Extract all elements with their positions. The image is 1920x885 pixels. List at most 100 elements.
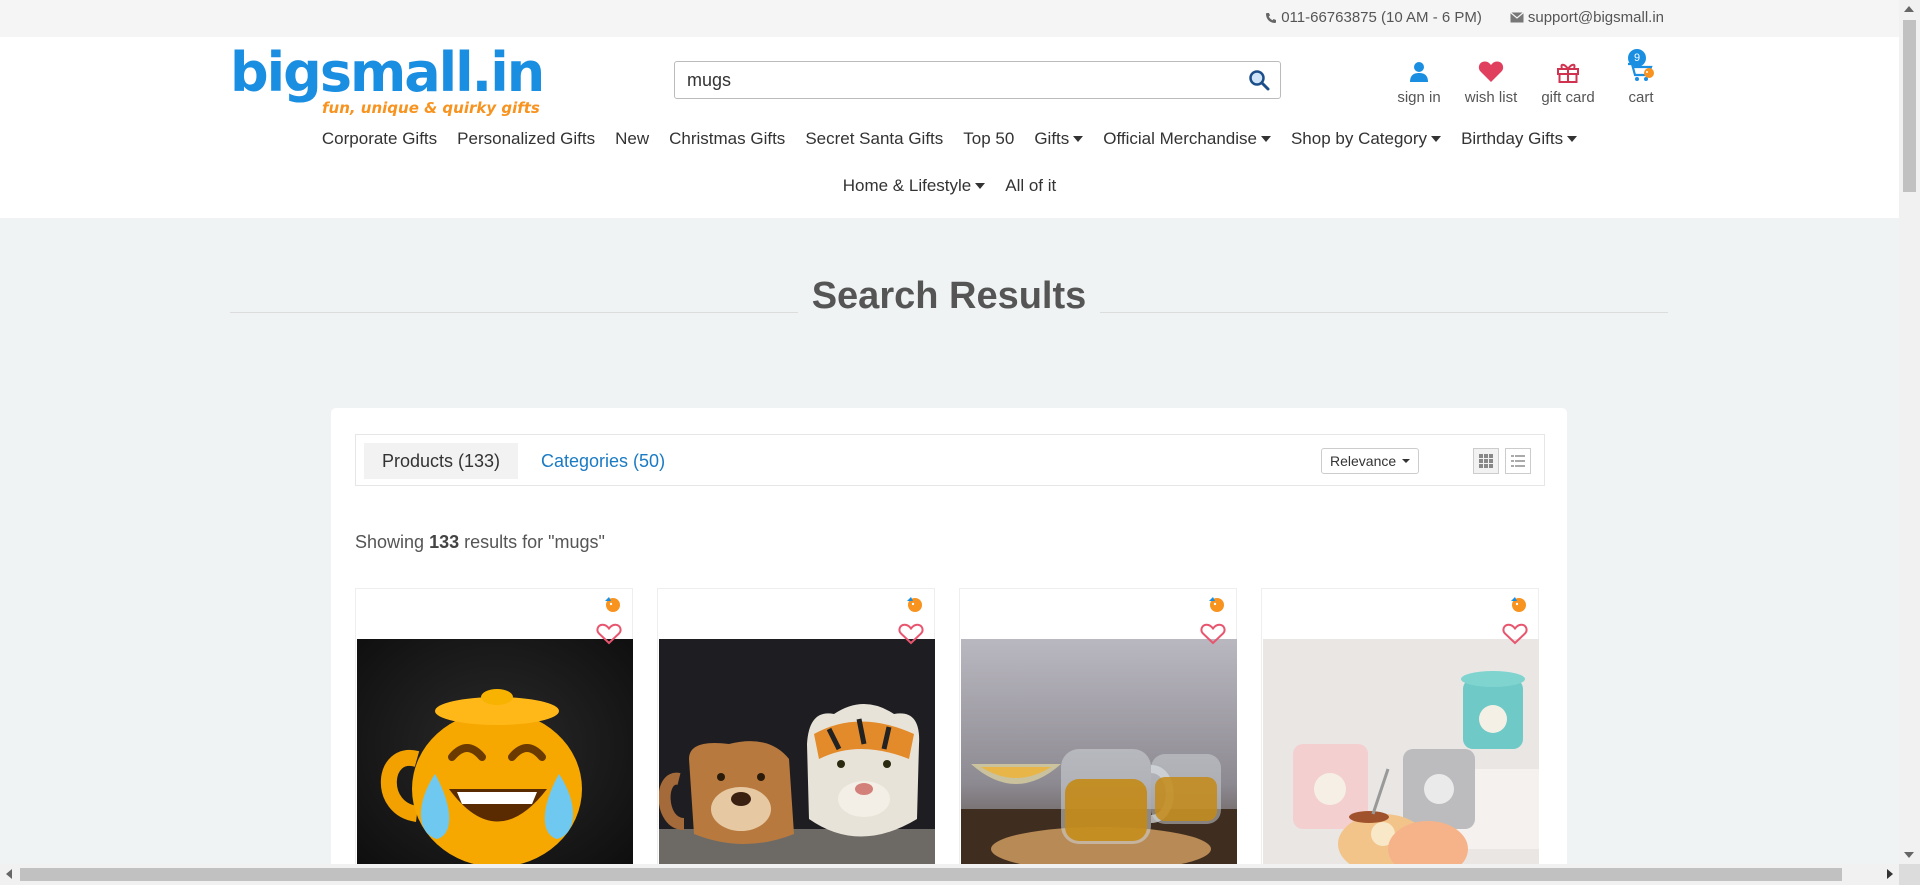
bear-mugs-image xyxy=(1263,639,1539,879)
wishlist-heart-icon[interactable] xyxy=(1502,623,1528,650)
scroll-up-arrow-icon[interactable] xyxy=(1904,6,1914,12)
nav-new[interactable]: New xyxy=(605,129,659,149)
horizontal-scroll-thumb[interactable] xyxy=(20,868,1842,881)
grid-view-button[interactable] xyxy=(1473,448,1499,474)
main-nav-row-1: Corporate Gifts Personalized Gifts New C… xyxy=(0,129,1899,149)
email-text: support@bigsmall.in xyxy=(1527,9,1664,26)
product-image[interactable] xyxy=(1263,639,1539,879)
nav-label: Home & Lifestyle xyxy=(842,176,972,195)
nav-secret-santa-gifts[interactable]: Secret Santa Gifts xyxy=(795,129,953,149)
nav-label: Shop by Category xyxy=(1290,129,1428,148)
showing-suffix: results for "mugs" xyxy=(464,532,605,552)
main-nav-row-2: Home & Lifestyle All of it xyxy=(0,176,1899,196)
search-input[interactable] xyxy=(675,62,1235,98)
search-button[interactable] xyxy=(1248,69,1272,93)
animal-mugs-image xyxy=(659,639,935,879)
brand-mark-icon xyxy=(1206,595,1228,618)
gift-card-label: gift card xyxy=(1541,89,1595,106)
nav-label: All of it xyxy=(1005,176,1057,195)
nav-christmas-gifts[interactable]: Christmas Gifts xyxy=(659,129,795,149)
contact-info: 011-66763875 (10 AM - 6 PM) support@bigs… xyxy=(1265,9,1664,26)
wishlist-heart-icon[interactable] xyxy=(898,623,924,650)
phone-icon xyxy=(1266,12,1277,23)
results-tab-bar: Products (133) Categories (50) Relevance xyxy=(355,434,1545,486)
caret-down-icon xyxy=(975,183,986,189)
logo-wordmark: bigsmall.in xyxy=(230,41,545,104)
page-title-row: Search Results xyxy=(230,275,1668,325)
nav-shop-by-category-dropdown[interactable]: Shop by Category xyxy=(1281,129,1451,149)
nav-corporate-gifts[interactable]: Corporate Gifts xyxy=(312,129,447,149)
gift-icon xyxy=(1557,63,1579,83)
product-card[interactable] xyxy=(959,588,1237,879)
envelope-icon xyxy=(1509,12,1524,23)
site-header: bigsmall.in fun, unique & quirky gifts s… xyxy=(0,37,1899,218)
sign-in-link[interactable]: sign in xyxy=(1390,53,1448,106)
nav-home-lifestyle-dropdown[interactable]: Home & Lifestyle xyxy=(833,176,996,196)
nav-label: Corporate Gifts xyxy=(321,129,438,148)
scroll-right-arrow-icon[interactable] xyxy=(1887,869,1893,879)
nav-personalized-gifts[interactable]: Personalized Gifts xyxy=(447,129,605,149)
grid-icon xyxy=(1479,454,1493,468)
top-utility-bar: 011-66763875 (10 AM - 6 PM) support@bigs… xyxy=(0,0,1899,37)
list-view-button[interactable] xyxy=(1505,448,1531,474)
nav-label: Gifts xyxy=(1034,129,1070,148)
nav-official-merchandise-dropdown[interactable]: Official Merchandise xyxy=(1093,129,1281,149)
title-divider-right xyxy=(1100,312,1668,313)
nav-gifts-dropdown[interactable]: Gifts xyxy=(1024,129,1093,149)
tab-products[interactable]: Products (133) xyxy=(364,443,519,479)
product-image[interactable] xyxy=(961,639,1237,879)
scrollbar-corner xyxy=(1899,864,1920,885)
product-image[interactable] xyxy=(659,639,935,879)
vertical-scroll-thumb[interactable] xyxy=(1903,20,1916,192)
wishlist-heart-icon[interactable] xyxy=(1200,623,1226,650)
sort-dropdown[interactable]: Relevance xyxy=(1321,448,1420,474)
product-card[interactable] xyxy=(657,588,935,879)
caret-down-icon xyxy=(1402,459,1411,463)
nav-birthday-gifts-dropdown[interactable]: Birthday Gifts xyxy=(1451,129,1587,149)
user-icon xyxy=(1410,62,1428,82)
list-icon xyxy=(1511,455,1525,467)
caret-down-icon xyxy=(1431,136,1442,142)
nav-label: Secret Santa Gifts xyxy=(805,129,944,148)
caret-down-icon xyxy=(1260,136,1271,142)
nav-label: Birthday Gifts xyxy=(1461,129,1564,148)
horizontal-scrollbar[interactable] xyxy=(0,864,1899,885)
caret-down-icon xyxy=(1073,136,1084,142)
gift-card-link[interactable]: gift card xyxy=(1532,53,1604,106)
cart-count-badge: 9 xyxy=(1628,49,1646,67)
brand-mark-icon xyxy=(602,595,624,618)
product-card[interactable] xyxy=(355,588,633,879)
site-logo[interactable]: bigsmall.in fun, unique & quirky gifts xyxy=(230,41,545,123)
emoji-mug-image xyxy=(357,639,633,879)
nav-all-of-it[interactable]: All of it xyxy=(995,176,1066,196)
scroll-down-arrow-icon[interactable] xyxy=(1904,852,1914,858)
cart-link[interactable]: 9 cart xyxy=(1616,49,1666,106)
results-count-text: Showing 133 results for "mugs" xyxy=(355,532,605,553)
product-card[interactable] xyxy=(1261,588,1539,879)
heart-icon xyxy=(1478,61,1504,82)
scroll-left-arrow-icon[interactable] xyxy=(6,869,12,879)
caret-down-icon xyxy=(1567,136,1578,142)
nav-label: Official Merchandise xyxy=(1103,129,1257,148)
email-contact[interactable]: support@bigsmall.in xyxy=(1509,9,1664,26)
vertical-scrollbar[interactable] xyxy=(1899,0,1920,864)
phone-text: 011-66763875 (10 AM - 6 PM) xyxy=(1281,9,1482,26)
glass-mugs-image xyxy=(961,639,1237,879)
sort-label: Relevance xyxy=(1330,453,1397,469)
cart-label: cart xyxy=(1628,89,1654,106)
phone-contact[interactable]: 011-66763875 (10 AM - 6 PM) xyxy=(1265,9,1482,26)
search-icon xyxy=(1249,70,1270,91)
nav-label: Christmas Gifts xyxy=(669,129,786,148)
wish-list-link[interactable]: wish list xyxy=(1458,53,1524,106)
tab-categories[interactable]: Categories (50) xyxy=(523,443,683,479)
search-bar xyxy=(674,61,1281,99)
logo-tagline: fun, unique & quirky gifts xyxy=(322,99,540,117)
wish-list-label: wish list xyxy=(1464,89,1518,106)
brand-mark-icon xyxy=(904,595,926,618)
product-image[interactable] xyxy=(357,639,633,879)
showing-prefix: Showing xyxy=(355,532,425,552)
wishlist-heart-icon[interactable] xyxy=(596,623,622,650)
nav-top-50[interactable]: Top 50 xyxy=(953,129,1024,149)
nav-label: Top 50 xyxy=(963,129,1015,148)
showing-count: 133 xyxy=(429,532,460,552)
